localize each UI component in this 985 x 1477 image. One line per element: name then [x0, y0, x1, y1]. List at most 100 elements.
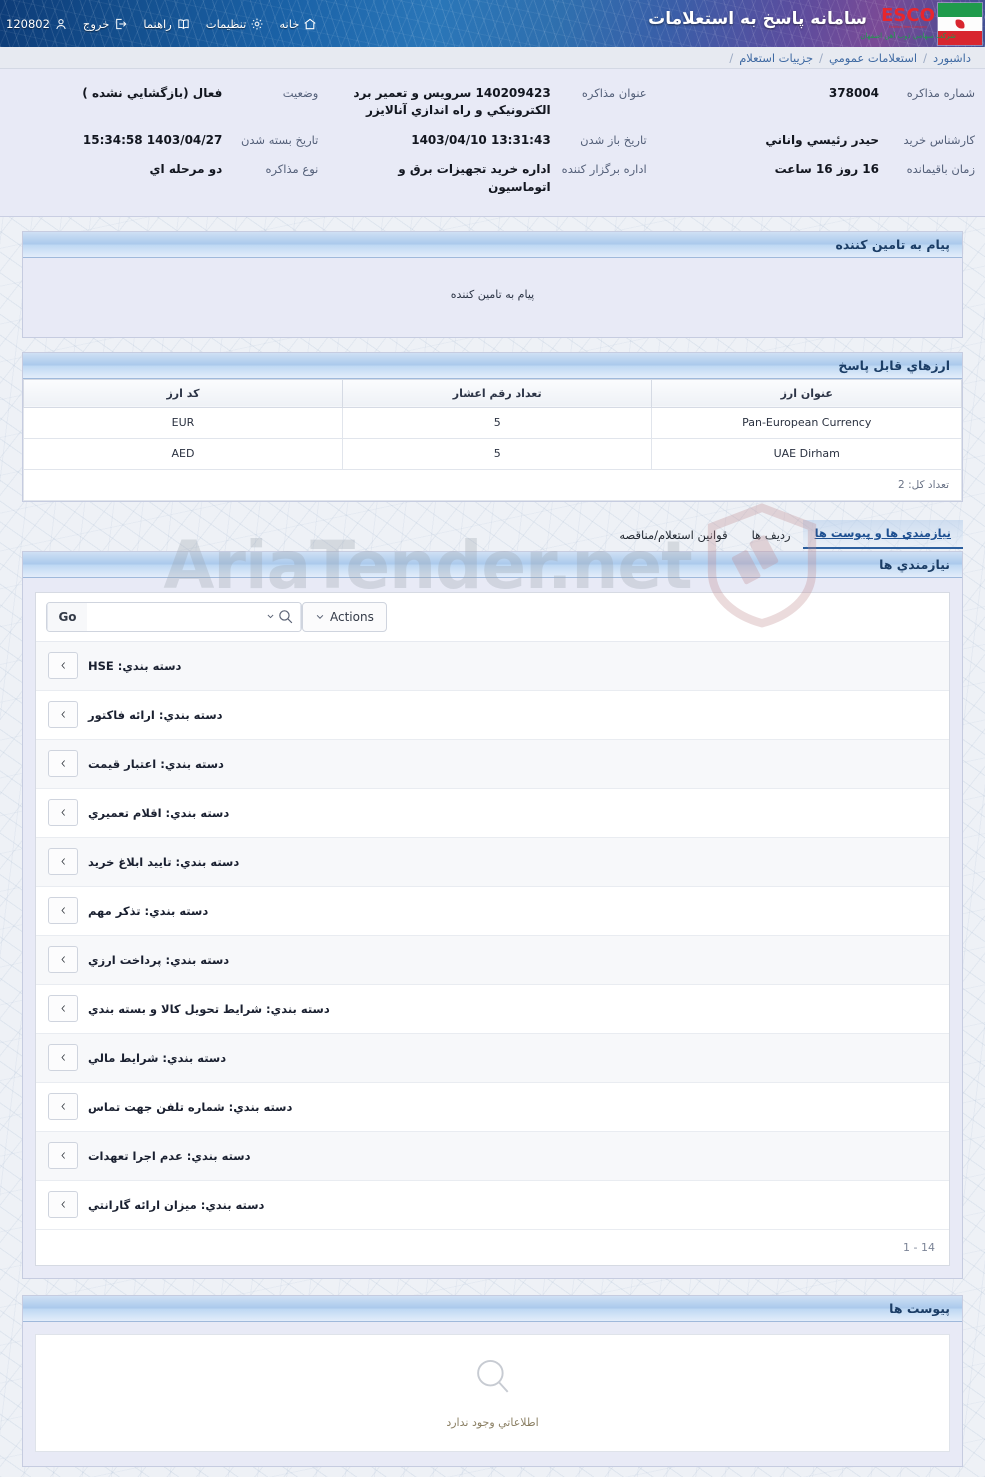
go-button[interactable]: Go — [47, 602, 87, 631]
list-item-label: دسته بندي: شرايط تحويل کالا و بسته بندي — [88, 1001, 330, 1016]
chevron-left-icon[interactable] — [48, 848, 78, 876]
table-header-row: عنوان ارز تعداد رقم اعشار کد ارز — [23, 378, 962, 408]
field-label: کارشناس خرید — [903, 132, 975, 147]
field-label: نوع مذاکره — [265, 162, 319, 177]
chevron-left-icon[interactable] — [48, 1191, 78, 1219]
breadcrumb-item-public-inquiries[interactable]: استعلامات عمومي — [829, 51, 917, 65]
table-row: UAE Dirham 5 AED — [23, 437, 962, 470]
actions-button[interactable]: Actions — [302, 601, 387, 632]
chevron-left-icon[interactable] — [48, 652, 78, 680]
column-header-currency-code: کد ارز — [23, 378, 343, 408]
field-label: عنوان مذاکره — [581, 86, 647, 100]
nav-label-logout: خروج — [82, 16, 110, 31]
nav-label-settings: تنظیمات — [205, 16, 247, 31]
field-negotiation-title: عنوان مذاکره 140209423 سرويس و تعمير برد… — [328, 79, 656, 126]
field-label: وضعیت — [282, 86, 319, 100]
nav-item-user[interactable]: 120802 — [6, 17, 68, 31]
field-value: 16 روز 16 ساعت — [774, 162, 879, 177]
attachments-empty-state: اطلاعاتي وجود ندارد — [35, 1333, 950, 1452]
cell-currency-name: Pan-European Currency — [651, 406, 962, 439]
list-item-label: دسته بندي: تاييد ابلاغ خرید — [88, 854, 240, 869]
requirements-title: نیازمندي ها — [23, 551, 962, 578]
field-negotiation-type: نوع مذاکره دو مرحله اي — [0, 155, 328, 202]
field-label: تاریخ بسته شدن — [240, 132, 319, 147]
breadcrumb-separator: / — [923, 50, 927, 65]
nav-item-home[interactable]: خانه — [279, 17, 317, 31]
summary-row-2: کارشناس خرید حيدر رئيسي واناني تاریخ باز… — [0, 126, 985, 155]
list-item[interactable]: دسته بندي: میزان ارائه گارانتي — [36, 1180, 949, 1230]
search-combo: Go — [46, 601, 302, 632]
book-icon — [176, 17, 191, 31]
list-item[interactable]: دسته بندي: پرداخت ارزي — [36, 935, 949, 985]
breadcrumb-item-dashboard[interactable]: داشبورد — [933, 51, 971, 65]
list-item[interactable]: دسته بندي: شرايط مالي — [36, 1033, 949, 1083]
field-value: 140209423 سرويس و تعمير برد الکترونيکي و… — [353, 86, 551, 118]
cell-decimals: 5 — [341, 437, 653, 470]
chevron-left-icon[interactable] — [48, 946, 78, 974]
search-icon[interactable] — [259, 602, 301, 631]
cell-currency-code: AED — [23, 437, 343, 470]
field-value: 378004 — [828, 86, 879, 100]
list-item[interactable]: دسته بندي: تاييد ابلاغ خرید — [36, 837, 949, 887]
currencies-table: عنوان ارز تعداد رقم اعشار کد ارز Pan-Eur… — [23, 378, 962, 470]
list-item-label: دسته بندي: میزان ارائه گارانتي — [88, 1197, 265, 1212]
list-item[interactable]: دسته بندي: شرايط تحويل کالا و بسته بندي — [36, 984, 949, 1034]
chevron-left-icon[interactable] — [48, 701, 78, 729]
field-buyer-expert: کارشناس خرید حيدر رئيسي واناني — [657, 126, 985, 155]
esco-logo: ESCO Esfahan Steel Company شرکت سهامي ذو… — [860, 3, 956, 44]
chevron-left-icon[interactable] — [48, 1142, 78, 1170]
home-icon — [303, 17, 317, 31]
field-status: وضعیت فعال (بازگشايي نشده ) — [0, 79, 328, 126]
field-close-date: تاریخ بسته شدن 1403/04/27 15:34:58 — [0, 126, 328, 155]
list-item-label: دسته بندي: تذکر مهم — [88, 903, 209, 918]
chevron-down-icon — [316, 614, 324, 619]
nav-item-settings[interactable]: تنظیمات — [206, 17, 265, 31]
list-item-label: دسته بندي: شماره تلفن جهت تماس — [88, 1099, 293, 1114]
chevron-left-icon[interactable] — [48, 995, 78, 1023]
currencies-title: ارزهاي قابل پاسخ — [23, 352, 962, 379]
list-item[interactable]: دسته بندي: ارائه فاکتور — [36, 690, 949, 740]
gear-icon — [250, 17, 264, 31]
field-value: اداره خريد تجهيزات برق و اتوماسيون — [398, 162, 551, 194]
tab-line-items[interactable]: ردیف ها — [740, 522, 803, 549]
list-item[interactable]: دسته بندي: شماره تلفن جهت تماس — [36, 1082, 949, 1132]
supplier-message-panel: پیام به تامین کننده پیام به تامین کننده — [22, 230, 963, 338]
esco-sub-fa: شرکت سهامي ذوب آهن اصفهان — [860, 31, 956, 40]
nav-label-user: 120802 — [6, 16, 50, 31]
detail-tabs: نیازمندي ها و پیوست ها ردیف ها قوانین اس… — [22, 519, 963, 549]
breadcrumb-item-inquiry-details[interactable]: جزییات استعلام — [739, 51, 813, 65]
field-organizing-office: اداره برگزار کننده اداره خريد تجهيزات بر… — [328, 155, 656, 202]
app-title: سامانه پاسخ به استعلامات — [648, 9, 867, 29]
requirements-list: دسته بندي: HSE دسته بندي: ارائه فاکتور د… — [36, 641, 949, 1230]
chevron-left-icon[interactable] — [48, 750, 78, 778]
chevron-left-icon[interactable] — [48, 1044, 78, 1072]
nav-item-help[interactable]: راهنما — [143, 17, 190, 31]
list-item[interactable]: دسته بندي: اعتبار قیمت — [36, 739, 949, 789]
field-negotiation-number: شماره مذاکره 378004 — [657, 79, 985, 126]
requirements-report: Go Actions دسته بندي: HSE دسته بندي: ارا… — [35, 591, 950, 1266]
chevron-left-icon[interactable] — [48, 897, 78, 925]
list-item-label: دسته بندي: اقلام تعميري — [88, 805, 230, 820]
table-row: Pan-European Currency 5 EUR — [23, 406, 962, 439]
tab-rules[interactable]: قوانین استعلام/مناقصه — [607, 522, 739, 549]
supplier-message-body: پیام به تامین کننده — [23, 258, 962, 337]
esco-sub-en: Esfahan Steel Company — [889, 25, 928, 30]
chevron-left-icon[interactable] — [48, 1093, 78, 1121]
search-input[interactable] — [87, 602, 259, 631]
cell-decimals: 5 — [341, 406, 653, 439]
user-icon — [54, 17, 68, 31]
chevron-left-icon[interactable] — [48, 799, 78, 827]
tab-requirements-attachments[interactable]: نیازمندي ها و پیوست ها — [802, 519, 963, 549]
attachments-empty-text: اطلاعاتي وجود ندارد — [446, 1416, 539, 1430]
list-item[interactable]: دسته بندي: عدم اجرا تعهدات — [36, 1131, 949, 1181]
list-item[interactable]: دسته بندي: HSE — [36, 641, 949, 691]
attachments-title: پیوست ها — [23, 1295, 962, 1322]
list-item[interactable]: دسته بندي: تذکر مهم — [36, 886, 949, 936]
list-item-label: دسته بندي: عدم اجرا تعهدات — [88, 1148, 251, 1163]
list-item[interactable]: دسته بندي: اقلام تعميري — [36, 788, 949, 838]
currencies-total: تعداد کل: 2 — [23, 469, 962, 501]
field-value: حيدر رئيسي واناني — [765, 132, 879, 147]
esco-wordmark: ESCO — [881, 5, 935, 27]
nav-item-logout[interactable]: خروج — [83, 17, 128, 31]
cell-currency-name: UAE Dirham — [651, 437, 962, 470]
